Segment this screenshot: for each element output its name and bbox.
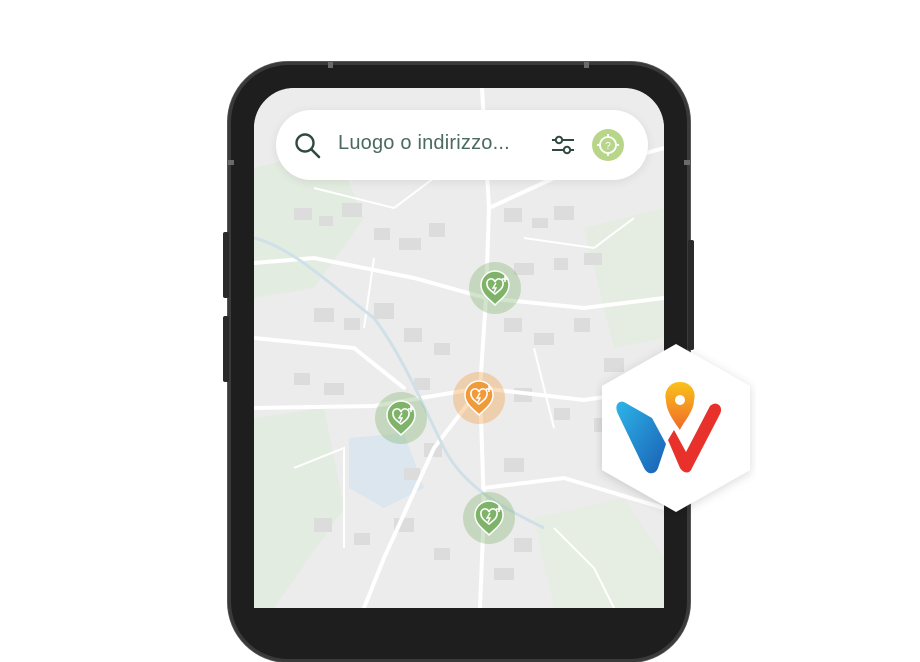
power-button <box>688 240 694 350</box>
svg-text:?: ? <box>605 141 611 152</box>
location-target-icon: ? <box>597 134 619 156</box>
locate-button[interactable]: ? <box>592 129 624 161</box>
search-input[interactable]: Luogo o indirizzo... <box>338 132 510 155</box>
antenna-band <box>584 62 589 68</box>
aed-marker[interactable] <box>375 392 427 444</box>
volume-down-button <box>223 316 229 382</box>
antenna-band <box>328 62 333 68</box>
antenna-band <box>228 160 234 165</box>
aed-marker[interactable] <box>463 492 515 544</box>
antenna-band <box>684 160 690 165</box>
aed-marker-selected[interactable] <box>453 372 505 424</box>
sliders-icon[interactable] <box>550 133 576 157</box>
search-bar[interactable]: Luogo o indirizzo... ? <box>276 110 648 180</box>
twint-logo <box>602 344 750 512</box>
search-icon[interactable] <box>294 132 322 160</box>
aed-marker[interactable] <box>469 262 521 314</box>
volume-up-button <box>223 232 229 298</box>
